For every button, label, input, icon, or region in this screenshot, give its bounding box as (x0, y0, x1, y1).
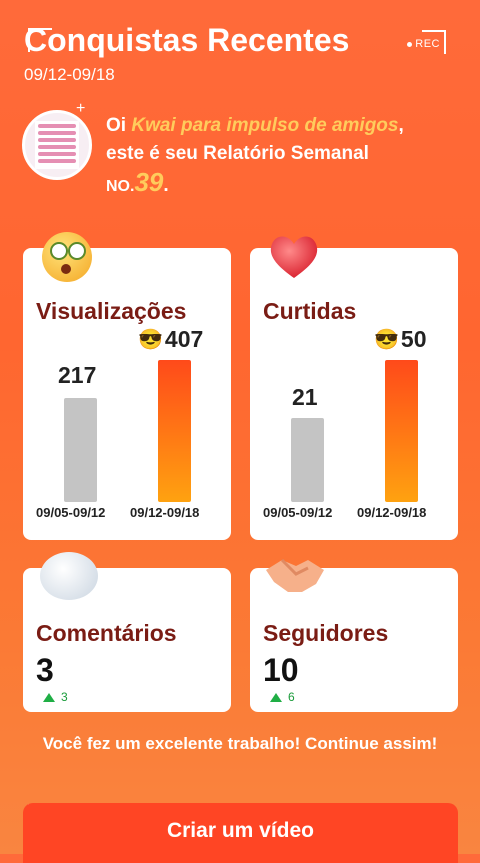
views-current-value-badge: 😎 407 (138, 326, 203, 353)
likes-card: Curtidas 21 😎 50 09/05-09/12 09/12-09/18 (250, 248, 458, 540)
sunglasses-face-icon: 😎 (374, 329, 399, 351)
week-date-range: 09/12-09/18 (24, 65, 115, 84)
comments-delta-value: 3 (61, 690, 68, 704)
comments-value: 3 (36, 652, 54, 688)
greeting-comma: , (398, 115, 404, 136)
page-title: Conquistas Recentes (24, 22, 350, 58)
comments-card-title: Comentários (36, 620, 177, 646)
views-card-title: Visualizações (36, 298, 187, 324)
heart-icon (270, 236, 318, 278)
views-card: Visualizações 217 😎 407 09/05-09/12 09/1… (23, 248, 231, 540)
greeting-period: . (163, 175, 169, 196)
rec-label: REC (415, 38, 440, 50)
surprised-face-icon (42, 232, 92, 282)
likes-current-value-badge: 😎 50 (374, 326, 427, 353)
likes-previous-label: 09/05-09/12 (263, 505, 333, 520)
report-number: 39 (134, 167, 164, 197)
likes-card-title: Curtidas (263, 298, 357, 324)
views-current-label: 09/12-09/18 (130, 505, 200, 520)
likes-current-bar (385, 360, 418, 502)
rec-indicator: REC (407, 38, 440, 50)
views-current-value: 407 (164, 326, 204, 352)
views-current-bar (158, 360, 191, 502)
followers-delta: 6 (270, 690, 295, 704)
greeting-line-2: este é seu Relatório Semanal (106, 143, 369, 164)
likes-previous-bar (291, 418, 324, 502)
views-previous-value: 217 (58, 362, 97, 388)
views-previous-label: 09/05-09/12 (36, 505, 106, 520)
views-previous-bar (64, 398, 97, 502)
avatar[interactable] (22, 110, 92, 180)
create-video-button[interactable]: Criar um vídeo (23, 803, 458, 863)
handshake-icon (266, 558, 324, 592)
followers-value: 10 (263, 652, 299, 688)
followers-delta-value: 6 (288, 690, 295, 704)
report-number-label: NO. (106, 178, 135, 195)
followers-card-title: Seguidores (263, 620, 389, 646)
likes-current-value: 50 (400, 326, 427, 352)
avatar-thumbnail (35, 121, 79, 169)
greeting-prefix: Oi (106, 115, 132, 136)
comments-delta: 3 (43, 690, 68, 704)
account-name: Kwai para impulso de amigos (131, 115, 399, 136)
likes-current-label: 09/12-09/18 (357, 505, 427, 520)
up-arrow-icon (43, 692, 55, 702)
speech-bubble-icon (40, 552, 98, 600)
rec-dot-icon (407, 41, 413, 47)
greeting: Oi Kwai para impulso de amigos, este é s… (106, 112, 404, 201)
plus-icon: + (76, 100, 86, 117)
up-arrow-icon (270, 692, 282, 702)
likes-previous-value: 21 (292, 384, 318, 410)
encouragement-message: Você fez um excelente trabalho! Continue… (42, 734, 438, 753)
sunglasses-face-icon: 😎 (138, 329, 163, 351)
